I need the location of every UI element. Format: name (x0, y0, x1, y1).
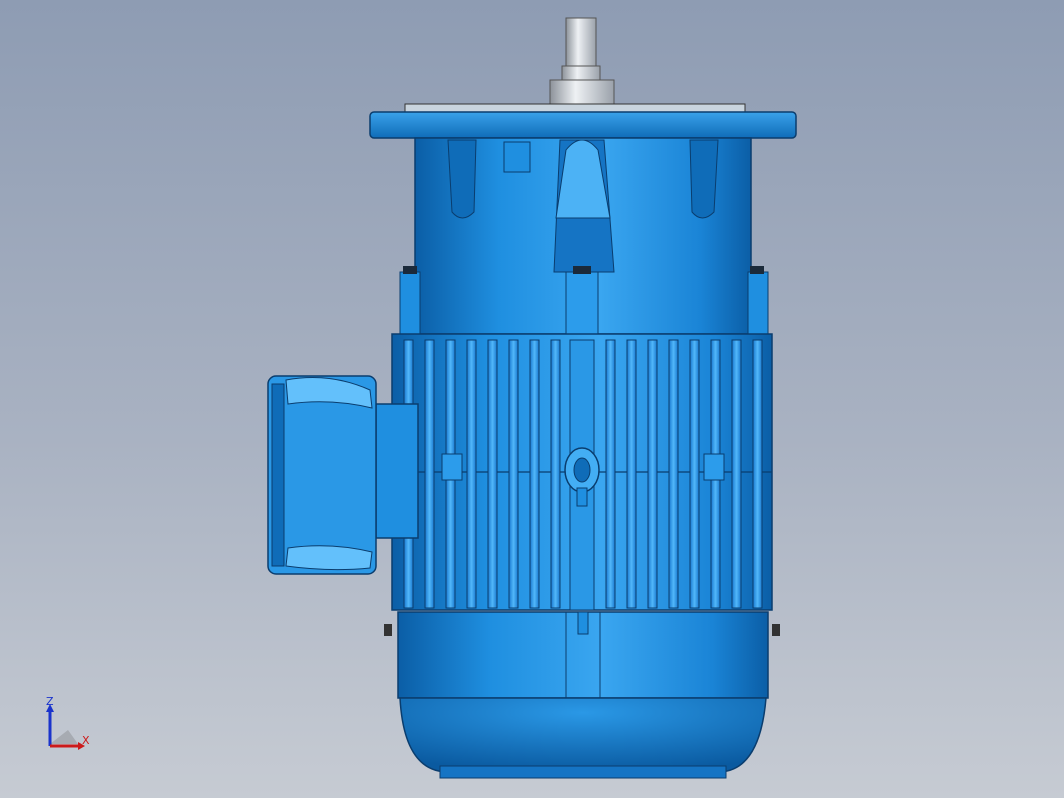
cooling-fin (466, 339, 477, 609)
x-axis-label: X (82, 734, 90, 747)
motor-shaft (549, 17, 615, 109)
electric-motor-3d-model[interactable] (0, 0, 1064, 798)
cooling-fin (605, 339, 616, 609)
cooling-fin (424, 339, 435, 609)
fan-cover (384, 611, 780, 779)
cooling-fin (668, 339, 679, 609)
coordinate-triad: Z X (40, 696, 100, 756)
cad-3d-viewport[interactable]: Z X (0, 0, 1064, 798)
cooling-fin (731, 339, 742, 609)
z-axis-label: Z (46, 695, 54, 708)
front-end-shield (399, 137, 769, 335)
cooling-fin (647, 339, 658, 609)
cooling-fin (529, 339, 540, 609)
cooling-fin (550, 339, 561, 609)
cooling-fin (487, 339, 498, 609)
cooling-fin (752, 339, 763, 609)
cooling-fin (689, 339, 700, 609)
cooling-fin (508, 339, 519, 609)
cooling-fin (626, 339, 637, 609)
mounting-flange (369, 103, 797, 139)
